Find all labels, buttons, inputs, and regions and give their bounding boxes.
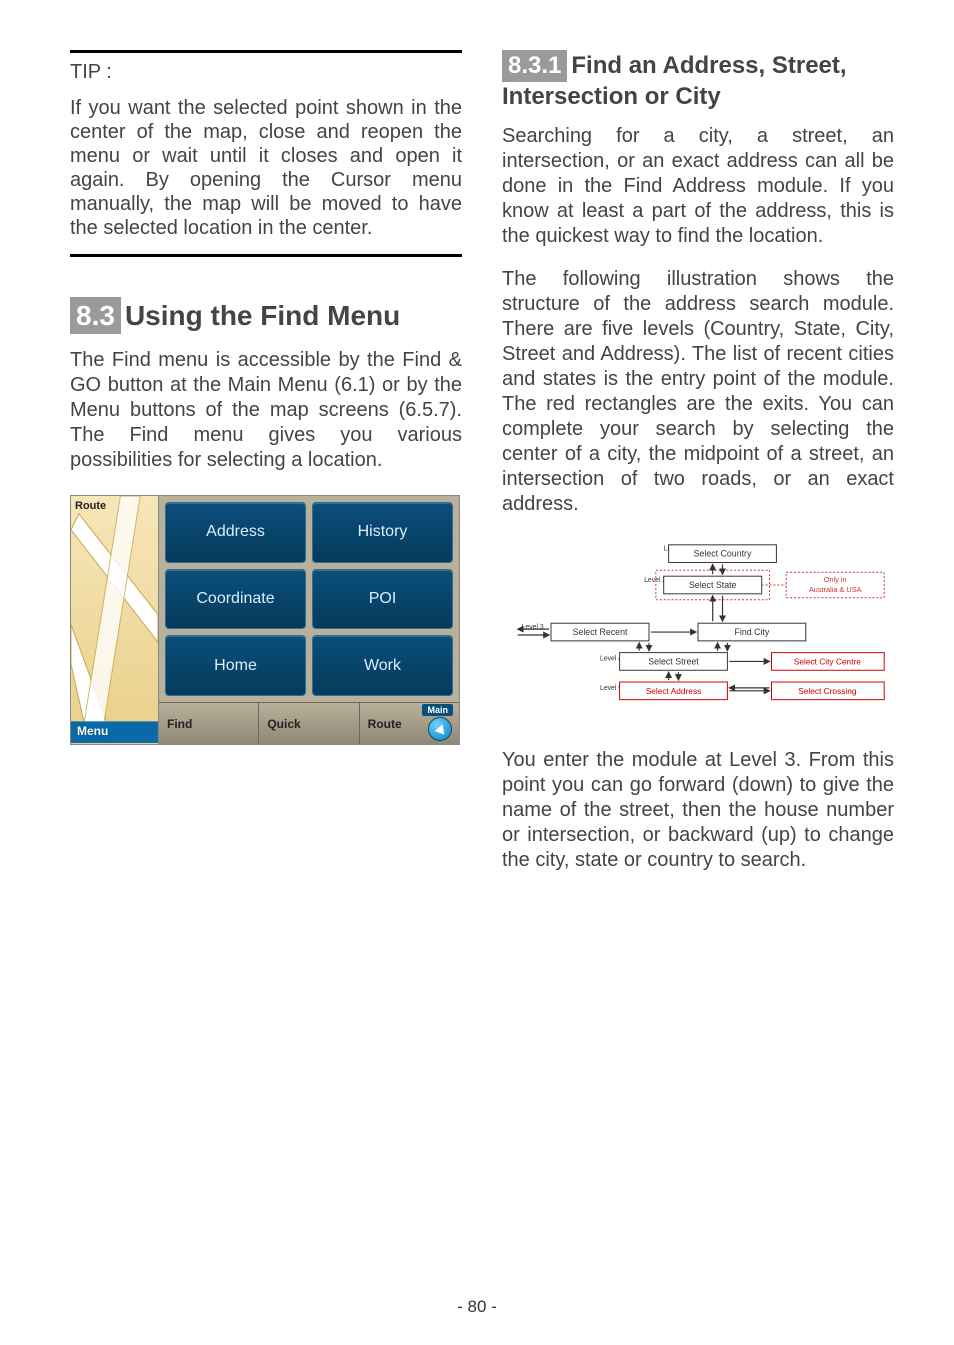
subsection-heading: 8.3.1Find an Address, Street, Intersecti… <box>502 50 894 112</box>
diagram-select-crossing: Select Crossing <box>798 686 857 696</box>
find-menu-screenshot: Route Menu Address History Coordinate PO… <box>70 495 460 745</box>
diagram-select-state: Select State <box>689 580 737 590</box>
section-title-text: Using the Find Menu <box>125 300 400 331</box>
map-menu-label: Menu <box>77 724 108 738</box>
home-button[interactable]: Home <box>165 635 306 696</box>
section-body: The Find menu is accessible by the Find … <box>70 348 462 473</box>
subsection-number-badge: 8.3.1 <box>502 50 567 82</box>
work-button[interactable]: Work <box>312 635 453 696</box>
address-button[interactable]: Address <box>165 502 306 563</box>
find-row-2: Coordinate POI <box>165 569 453 630</box>
diagram-select-address: Select Address <box>646 686 702 696</box>
diagram-only-in-2: Australia & USA <box>809 585 862 594</box>
level2-label: Level 2 <box>644 577 666 584</box>
find-row-1: Address History <box>165 502 453 563</box>
poi-button[interactable]: POI <box>312 569 453 630</box>
map-strip: Route Menu <box>71 496 159 744</box>
map-roads-graphic <box>71 496 158 743</box>
level3-label: Level 3 <box>522 624 544 631</box>
level5-label: Level 5 <box>600 685 622 692</box>
bottom-tabs: Find Quick Route Main <box>159 702 459 744</box>
compass-icon[interactable] <box>429 718 451 740</box>
tab-route-label: Route <box>368 717 402 731</box>
level4-label: Level 4 <box>600 655 622 662</box>
tab-find[interactable]: Find <box>159 703 259 744</box>
section-heading: 8.3Using the Find Menu <box>70 297 462 334</box>
tab-quick[interactable]: Quick <box>259 703 359 744</box>
history-button[interactable]: History <box>312 502 453 563</box>
left-column: TIP : If you want the selected point sho… <box>70 50 462 891</box>
diagram-only-in-1: Only in <box>824 575 847 584</box>
tab-route[interactable]: Route Main <box>360 703 459 744</box>
diagram-find-city: Find City <box>735 627 770 637</box>
diagram-select-street: Select Street <box>648 656 699 666</box>
tip-body: If you want the selected point shown in … <box>70 96 462 240</box>
page-number: - 80 - <box>0 1297 954 1317</box>
diagram-select-city-centre: Select City Centre <box>794 656 861 666</box>
section-number-badge: 8.3 <box>70 297 121 334</box>
tip-label: TIP : <box>70 61 462 84</box>
find-menu-panel: Address History Coordinate POI Home Work… <box>159 496 459 744</box>
paragraph-3: You enter the module at Level 3. From th… <box>502 748 894 873</box>
coordinate-button[interactable]: Coordinate <box>165 569 306 630</box>
map-route-label: Route <box>75 500 106 512</box>
diagram-select-recent: Select Recent <box>573 627 628 637</box>
page: TIP : If you want the selected point sho… <box>0 0 954 931</box>
tab-quick-label: Quick <box>267 717 300 731</box>
address-module-diagram: Level 1 Level 2 Level 3 Level 4 Level 5 … <box>502 539 894 729</box>
diagram-select-country: Select Country <box>694 549 752 559</box>
paragraph-1: Searching for a city, a street, an inter… <box>502 124 894 249</box>
tip-box: TIP : If you want the selected point sho… <box>70 50 462 257</box>
main-pill: Main <box>422 704 453 716</box>
right-column: 8.3.1Find an Address, Street, Intersecti… <box>502 50 894 891</box>
two-column-layout: TIP : If you want the selected point sho… <box>70 50 894 891</box>
find-row-3: Home Work <box>165 635 453 696</box>
tab-find-label: Find <box>167 717 192 731</box>
paragraph-2: The following illustration shows the str… <box>502 267 894 517</box>
